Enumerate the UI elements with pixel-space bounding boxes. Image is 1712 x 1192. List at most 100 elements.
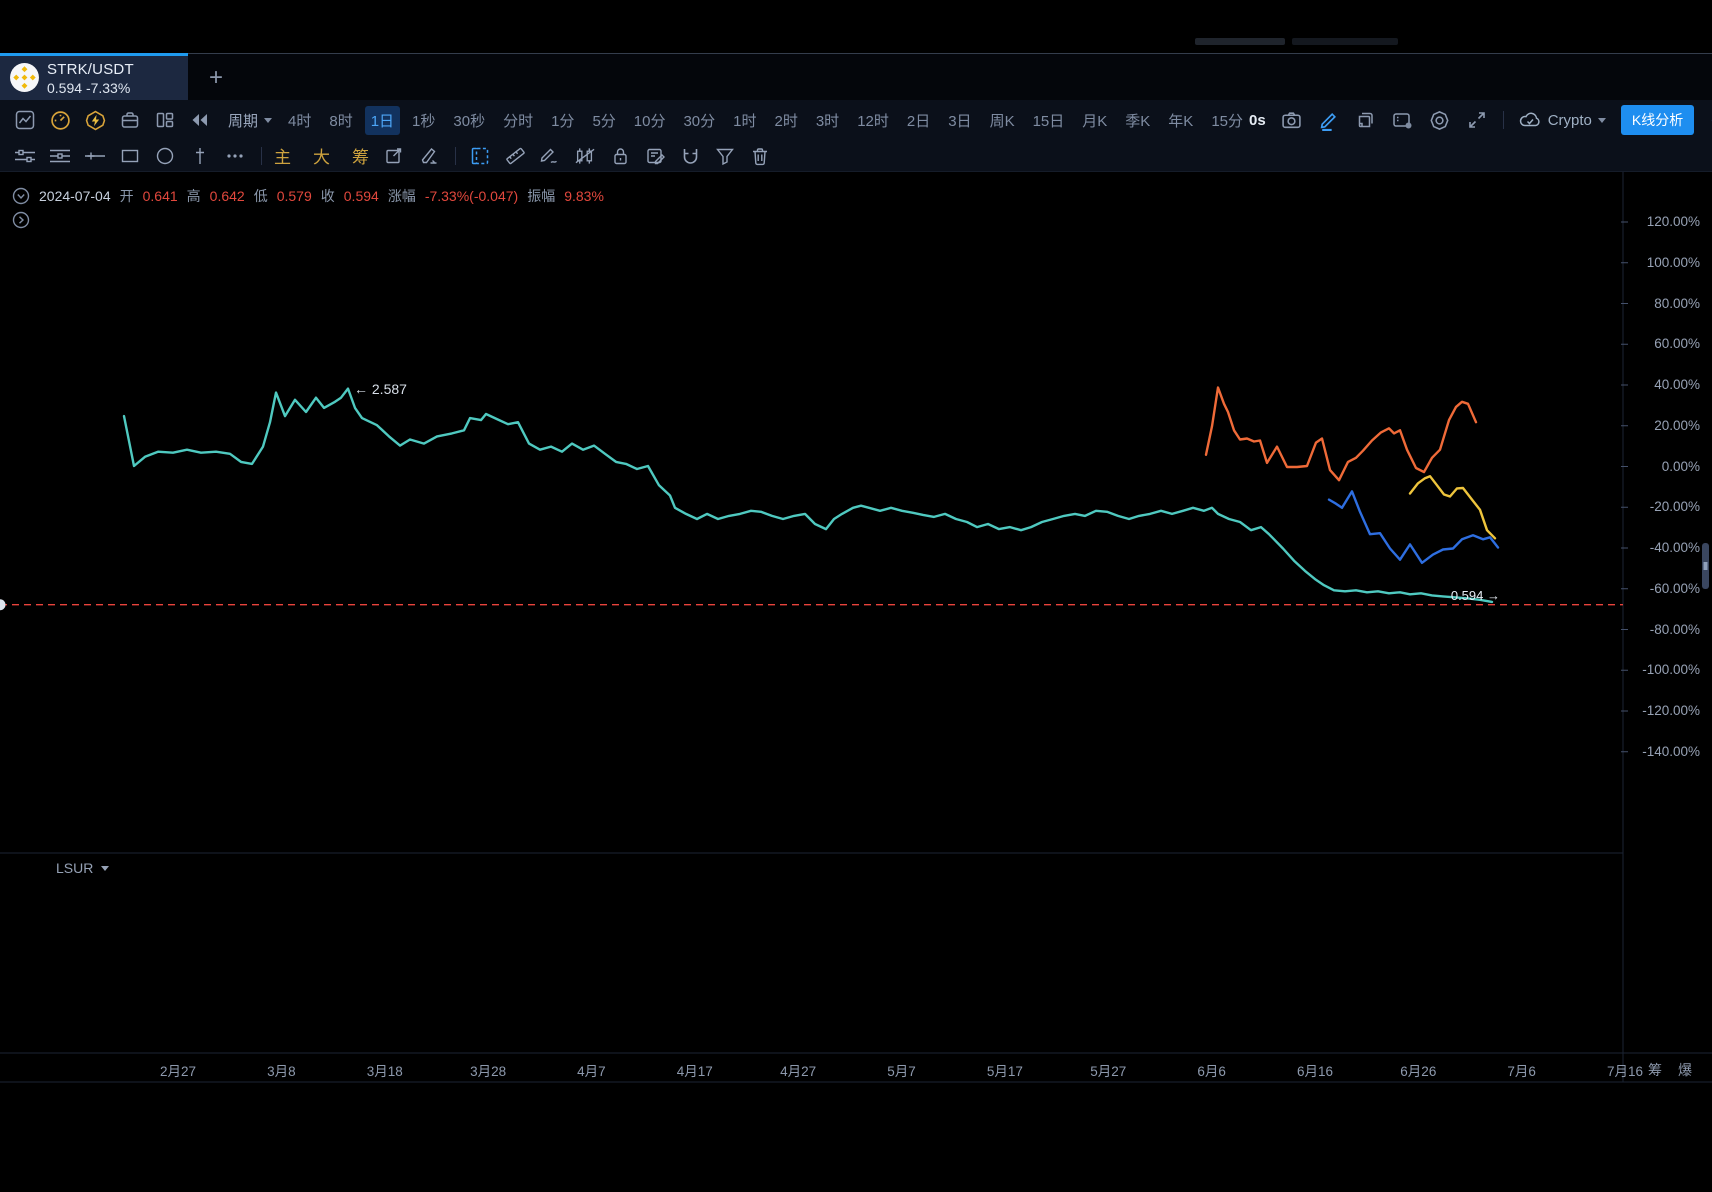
indicator-selector[interactable]: LSUR: [56, 860, 109, 876]
y-axis-label: -100.00%: [1622, 662, 1700, 677]
pencil-icon[interactable]: [1318, 109, 1340, 131]
timeframe-button[interactable]: 30分: [677, 106, 721, 135]
timeframe-button[interactable]: 周K: [984, 106, 1021, 135]
y-axis-label: 80.00%: [1622, 296, 1700, 311]
price-chart[interactable]: [0, 0, 1712, 1192]
hide-candles-icon[interactable]: [574, 145, 596, 167]
timeframe-button[interactable]: 年K: [1162, 106, 1199, 135]
timeframe-button[interactable]: 月K: [1076, 106, 1113, 135]
timeframe-button[interactable]: 分时: [497, 106, 539, 135]
symbol-tab[interactable]: STRK/USDT 0.594 -7.33%: [0, 54, 188, 101]
fullscreen-icon[interactable]: [1466, 109, 1488, 131]
y-axis-label: -40.00%: [1622, 540, 1700, 555]
eraser-icon[interactable]: [418, 145, 440, 167]
timeframe-button[interactable]: 8时: [323, 106, 358, 135]
screenshot-icon[interactable]: [1392, 109, 1414, 131]
expand-chevron-icon[interactable]: [12, 211, 30, 234]
lock-icon[interactable]: [609, 145, 631, 167]
main-chart-toggle[interactable]: 主: [274, 143, 291, 168]
timeframe-button[interactable]: 3时: [810, 106, 845, 135]
high-label: 高: [187, 186, 201, 206]
timeframe-button[interactable]: 3日: [942, 106, 977, 135]
x-axis-label: 6月26: [1378, 1060, 1458, 1080]
timeframe-button[interactable]: 1时: [727, 106, 762, 135]
ellipse-icon[interactable]: [154, 145, 176, 167]
peak-annotation: ← 2.587: [354, 381, 407, 397]
x-axis-label: 6月16: [1275, 1060, 1355, 1080]
trend-lines-icon[interactable]: [14, 145, 36, 167]
add-pane-icon[interactable]: [1355, 109, 1377, 131]
y-axis-label: 100.00%: [1622, 255, 1700, 270]
box-select-icon[interactable]: [469, 145, 491, 167]
timeframe-button[interactable]: 季K: [1119, 106, 1156, 135]
timeframe-list: 4时8时1日1秒30秒分时1分5分10分30分1时2时3时12时2日3日周K15…: [282, 106, 1249, 135]
timeframe-button[interactable]: 5分: [586, 106, 621, 135]
magnet-icon[interactable]: [679, 145, 701, 167]
ohlc-info-row: 2024-07-04 开0.641 高0.642 低0.579 收0.594 涨…: [12, 186, 604, 206]
amplitude-label: 振幅: [527, 186, 555, 206]
layout-icon[interactable]: [154, 109, 176, 131]
cloud-account-label: Crypto: [1548, 112, 1592, 129]
timeframe-button[interactable]: 15分: [1205, 106, 1249, 135]
rectangle-icon[interactable]: [119, 145, 141, 167]
chevron-down-icon: [101, 866, 109, 871]
timeframe-button[interactable]: 4时: [282, 106, 317, 135]
y-axis-label: -20.00%: [1622, 499, 1700, 514]
tab-change: -7.33%: [86, 80, 130, 96]
line-chart-icon[interactable]: [14, 109, 36, 131]
notes-icon[interactable]: [644, 145, 666, 167]
briefcase-icon[interactable]: [119, 109, 141, 131]
amplitude-value: 9.83%: [564, 188, 604, 204]
timeframe-button[interactable]: 30秒: [447, 106, 491, 135]
timeframe-button[interactable]: 10分: [628, 106, 672, 135]
rewind-icon[interactable]: [189, 109, 211, 131]
x-axis-label: 6月6: [1172, 1060, 1252, 1080]
open-value: 0.641: [143, 188, 178, 204]
timeframe-button[interactable]: 2日: [901, 106, 936, 135]
timeframe-button[interactable]: 1分: [545, 106, 580, 135]
large-view-toggle[interactable]: 大: [313, 143, 330, 168]
more-icon[interactable]: [224, 145, 246, 167]
x-axis-label: 5月27: [1068, 1060, 1148, 1080]
kline-analysis-button[interactable]: K线分析: [1621, 105, 1694, 135]
boom-axis-toggle[interactable]: 爆: [1678, 1060, 1692, 1080]
lightning-icon[interactable]: [84, 109, 106, 131]
settings-icon[interactable]: [1429, 109, 1451, 131]
tab-symbol: STRK/USDT: [47, 61, 134, 78]
tab-price: 0.594: [47, 80, 82, 96]
export-drawing-icon[interactable]: [383, 145, 405, 167]
chips-toggle[interactable]: 筹: [352, 143, 369, 168]
x-axis-label: 4月7: [551, 1060, 631, 1080]
cross-line-icon[interactable]: [84, 145, 106, 167]
timeframe-button[interactable]: 1秒: [406, 106, 441, 135]
cross-cursor-icon[interactable]: [189, 145, 211, 167]
camera-icon[interactable]: [1281, 109, 1303, 131]
chart-label-layer: ← 2.587 0.594 → 筹 爆 120.00%100.00%80.00%…: [0, 0, 1712, 1192]
period-dropdown[interactable]: 周期: [228, 110, 272, 131]
drawing-toolbar: 主 大 筹: [0, 140, 1712, 172]
y-axis-label: -120.00%: [1622, 703, 1700, 718]
filter-icon[interactable]: [714, 145, 736, 167]
cloud-account-dropdown[interactable]: Crypto: [1519, 111, 1606, 129]
ruler-icon[interactable]: [504, 145, 526, 167]
trash-icon[interactable]: [749, 145, 771, 167]
timeframe-button[interactable]: 2时: [769, 106, 804, 135]
new-tab-button[interactable]: +: [200, 62, 232, 94]
chips-axis-toggle[interactable]: 筹: [1648, 1060, 1662, 1080]
active-tab-indicator: [0, 53, 188, 56]
timeframe-button[interactable]: 12时: [851, 106, 895, 135]
tab-price-line: 0.594 -7.33%: [47, 80, 130, 96]
signature-icon[interactable]: [539, 145, 561, 167]
x-axis-label: 3月18: [345, 1060, 425, 1080]
collapse-chevron-icon[interactable]: [12, 187, 30, 205]
y-axis-label: -80.00%: [1622, 622, 1700, 637]
timeframe-button[interactable]: 15日: [1027, 106, 1071, 135]
close-value: 0.594: [344, 188, 379, 204]
current-price-annotation: 0.594 →: [1436, 588, 1500, 603]
parallel-lines-icon[interactable]: [49, 145, 71, 167]
ohlc-date: 2024-07-04: [39, 188, 111, 204]
timeframe-button[interactable]: 1日: [365, 106, 400, 135]
gauge-icon[interactable]: [49, 109, 71, 131]
chevron-down-icon: [264, 118, 272, 123]
x-axis-label: 3月28: [448, 1060, 528, 1080]
